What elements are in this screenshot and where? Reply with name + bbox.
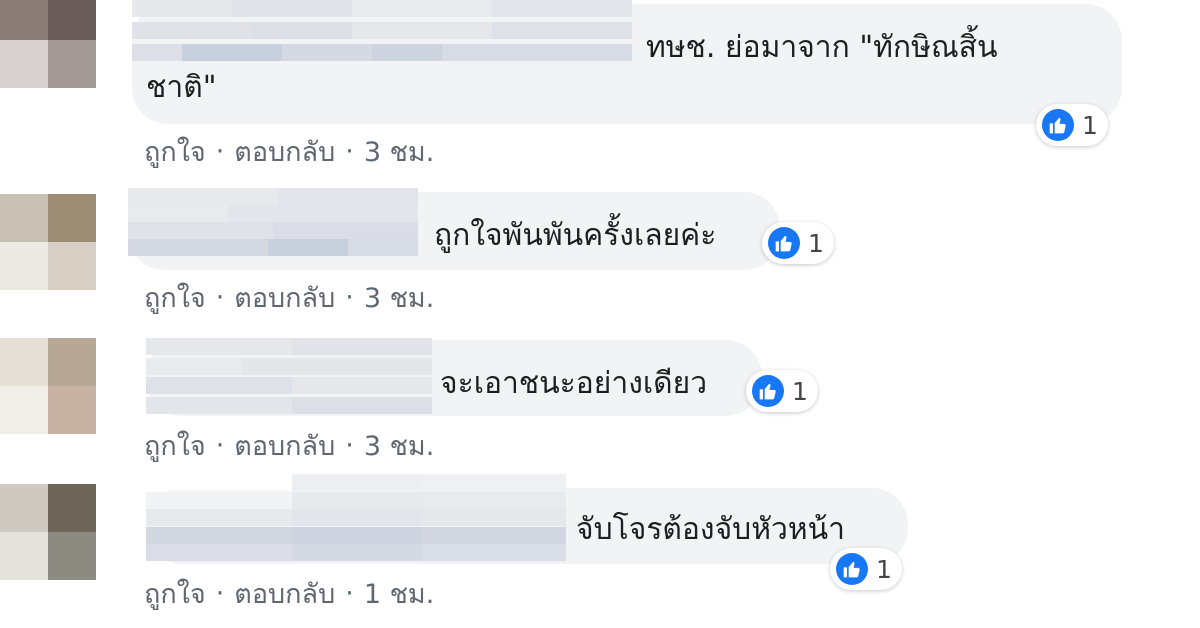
author-name[interactable]	[128, 188, 418, 256]
comment-text: ทษช. ย่อมาจาก "ทักษิณสิ้น	[646, 30, 998, 65]
separator: ·	[345, 282, 354, 313]
timestamp[interactable]: 3 ชม.	[364, 130, 434, 173]
reaction-summary[interactable]: 1	[830, 548, 902, 590]
like-icon	[752, 375, 784, 407]
reaction-summary[interactable]: 1	[1036, 104, 1108, 146]
comment-actions: ถูกใจ · ตอบกลับ · 3 ชม.	[144, 424, 434, 467]
separator: ·	[345, 136, 354, 167]
timestamp[interactable]: 3 ชม.	[364, 276, 434, 319]
avatar[interactable]	[0, 194, 96, 290]
reaction-summary[interactable]: 1	[762, 222, 834, 264]
separator: ·	[215, 430, 225, 461]
like-link[interactable]: ถูกใจ	[144, 572, 206, 615]
author-name[interactable]	[146, 474, 566, 562]
like-link[interactable]: ถูกใจ	[144, 424, 206, 467]
comment-text: จับโจรต้องจับหัวหน้า	[576, 512, 845, 547]
like-link[interactable]: ถูกใจ	[144, 276, 206, 319]
reaction-count: 1	[808, 228, 824, 258]
like-icon	[1042, 109, 1074, 141]
separator: ·	[345, 430, 354, 461]
avatar[interactable]	[0, 484, 96, 580]
like-icon	[836, 553, 868, 585]
avatar[interactable]	[0, 0, 96, 88]
separator: ·	[345, 578, 354, 609]
like-link[interactable]: ถูกใจ	[144, 130, 206, 173]
reaction-summary[interactable]: 1	[746, 370, 818, 412]
avatar[interactable]	[0, 338, 96, 434]
timestamp[interactable]: 1 ชม.	[364, 572, 434, 615]
reaction-count: 1	[1082, 110, 1098, 140]
timestamp[interactable]: 3 ชม.	[364, 424, 434, 467]
reaction-count: 1	[792, 376, 808, 406]
reaction-count: 1	[876, 554, 892, 584]
reply-link[interactable]: ตอบกลับ	[234, 130, 335, 173]
comment-actions: ถูกใจ · ตอบกลับ · 1 ชม.	[144, 572, 434, 615]
reply-link[interactable]: ตอบกลับ	[234, 276, 335, 319]
author-name[interactable]	[132, 0, 632, 66]
like-icon	[768, 227, 800, 259]
comment-text: จะเอาชนะอย่างเดียว	[440, 366, 708, 401]
separator: ·	[215, 136, 225, 167]
separator: ·	[215, 578, 225, 609]
comment-text: ถูกใจพันพันครั้งเลยค่ะ	[434, 218, 717, 253]
comment-actions: ถูกใจ · ตอบกลับ · 3 ชม.	[144, 276, 434, 319]
reply-link[interactable]: ตอบกลับ	[234, 572, 335, 615]
author-name[interactable]	[146, 338, 432, 416]
comment-actions: ถูกใจ · ตอบกลับ · 3 ชม.	[144, 130, 434, 173]
separator: ·	[215, 282, 225, 313]
reply-link[interactable]: ตอบกลับ	[234, 424, 335, 467]
comment-text: ชาติ"	[146, 70, 217, 105]
